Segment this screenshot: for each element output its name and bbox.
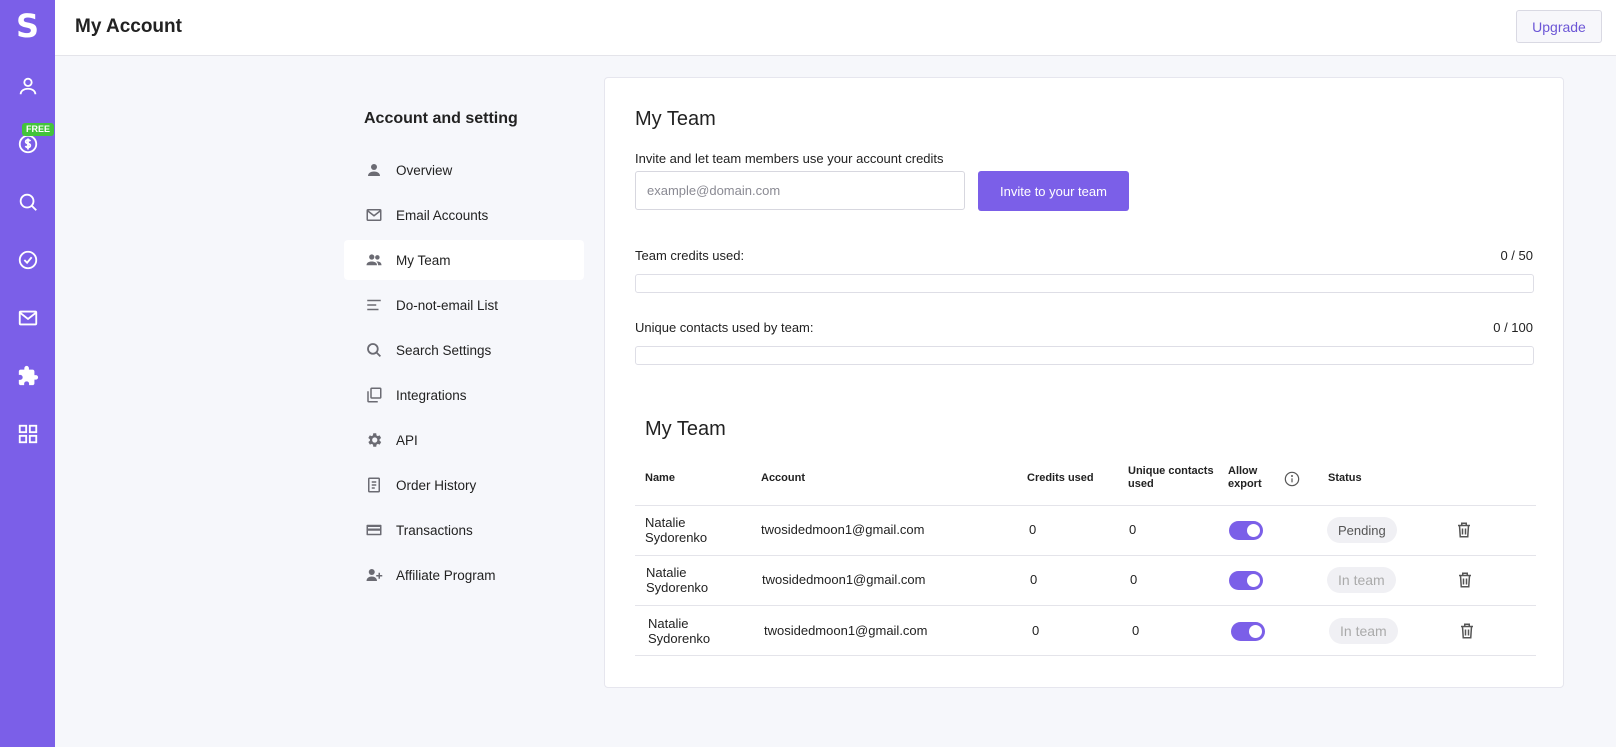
invite-to-team-button[interactable]: Invite to your team xyxy=(978,171,1129,211)
page-title: My Account xyxy=(75,16,182,37)
allow-export-toggle[interactable] xyxy=(1229,521,1263,540)
app-logo[interactable]: S xyxy=(0,6,55,46)
menu-item-transactions[interactable]: Transactions xyxy=(344,510,584,550)
member-credits: 0 xyxy=(1032,623,1040,638)
invite-description: Invite and let team members use your acc… xyxy=(635,151,944,166)
add-person-icon xyxy=(364,565,384,585)
integrations-icon xyxy=(364,385,384,405)
credit-card-icon xyxy=(364,520,384,540)
free-badge: FREE xyxy=(22,123,55,136)
menu-item-my-team[interactable]: My Team xyxy=(344,240,584,280)
gear-icon xyxy=(364,430,384,450)
menu-item-email-accounts[interactable]: Email Accounts xyxy=(344,195,584,235)
settings-menu: Overview Email Accounts My Team Do-not-e… xyxy=(344,150,584,600)
member-account: twosidedmoon1@gmail.com xyxy=(764,623,928,638)
column-header-credits: Credits used xyxy=(1027,472,1094,484)
trash-icon xyxy=(1458,522,1470,538)
member-contacts: 0 xyxy=(1130,572,1138,587)
allow-export-toggle[interactable] xyxy=(1231,622,1265,641)
column-header-account: Account xyxy=(761,472,805,484)
delete-member-button[interactable] xyxy=(1456,570,1474,590)
apps-grid-icon[interactable] xyxy=(14,420,42,448)
menu-item-label: Overview xyxy=(396,162,453,178)
upgrade-button[interactable]: Upgrade xyxy=(1516,10,1602,43)
member-contacts: 0 xyxy=(1129,522,1137,537)
team-icon xyxy=(364,250,384,270)
invite-email-input[interactable] xyxy=(635,171,965,210)
member-name: Natalie Sydorenko xyxy=(646,565,709,595)
team-credits-progress-bar xyxy=(635,274,1534,293)
team-credits-label: Team credits used: xyxy=(635,248,745,263)
column-header-name: Name xyxy=(645,472,675,484)
column-header-status: Status xyxy=(1328,472,1362,484)
member-account: twosidedmoon1@gmail.com xyxy=(762,572,926,587)
menu-item-api[interactable]: API xyxy=(344,420,584,460)
status-badge: In team xyxy=(1327,567,1396,593)
puzzle-icon[interactable] xyxy=(14,362,42,390)
search-icon xyxy=(364,340,384,360)
unique-contacts-label: Unique contacts used by team: xyxy=(635,320,814,335)
left-rail: S FREE xyxy=(0,0,55,747)
member-name: Natalie Sydorenko xyxy=(645,515,708,545)
settings-menu-title: Account and setting xyxy=(364,110,518,127)
menu-item-label: Search Settings xyxy=(396,342,492,358)
menu-item-overview[interactable]: Overview xyxy=(344,150,584,190)
menu-item-label: API xyxy=(396,432,418,448)
list-icon xyxy=(364,295,384,315)
table-header: Name Account Credits used Unique contact… xyxy=(635,451,1536,506)
delete-member-button[interactable] xyxy=(1455,520,1473,540)
trash-icon xyxy=(1459,572,1471,588)
menu-item-label: Email Accounts xyxy=(396,207,489,223)
search-icon[interactable] xyxy=(14,188,42,216)
team-table: Name Account Credits used Unique contact… xyxy=(635,451,1536,656)
info-icon[interactable] xyxy=(1284,471,1300,487)
member-name: Natalie Sydorenko xyxy=(648,616,711,646)
top-bar: My Account Upgrade xyxy=(55,0,1616,56)
unique-contacts-progress-bar xyxy=(635,346,1534,365)
section-title: My Team xyxy=(635,108,716,130)
menu-item-order-history[interactable]: Order History xyxy=(344,465,584,505)
table-row: Natalie Sydorenko twosidedmoon1@gmail.co… xyxy=(635,506,1536,556)
member-credits: 0 xyxy=(1029,522,1037,537)
menu-item-label: Transactions xyxy=(396,522,473,538)
menu-item-integrations[interactable]: Integrations xyxy=(344,375,584,415)
column-header-contacts: Unique contacts used xyxy=(1128,465,1214,490)
person-icon[interactable] xyxy=(14,72,42,100)
menu-item-search-settings[interactable]: Search Settings xyxy=(344,330,584,370)
trash-icon xyxy=(1461,623,1473,639)
column-header-export: Allow export xyxy=(1228,465,1262,490)
table-row: Natalie Sydorenko twosidedmoon1@gmail.co… xyxy=(635,556,1536,606)
document-icon xyxy=(364,475,384,495)
status-badge: In team xyxy=(1329,618,1398,644)
menu-item-label: Integrations xyxy=(396,387,467,403)
person-icon xyxy=(364,160,384,180)
unique-contacts-value: 0 / 100 xyxy=(1493,320,1533,335)
member-contacts: 0 xyxy=(1132,623,1140,638)
menu-item-affiliate-program[interactable]: Affiliate Program xyxy=(344,555,584,595)
menu-item-label: My Team xyxy=(396,252,451,268)
status-badge: Pending xyxy=(1327,517,1397,543)
team-card: My Team Invite and let team members use … xyxy=(604,77,1564,688)
menu-item-label: Affiliate Program xyxy=(396,567,496,583)
mail-icon xyxy=(364,205,384,225)
menu-item-label: Do-not-email List xyxy=(396,297,499,313)
team-credits-value: 0 / 50 xyxy=(1500,248,1533,263)
team-table-title: My Team xyxy=(645,418,726,440)
check-circle-icon[interactable] xyxy=(14,246,42,274)
allow-export-toggle[interactable] xyxy=(1229,571,1263,590)
menu-item-do-not-email-list[interactable]: Do-not-email List xyxy=(344,285,584,325)
member-credits: 0 xyxy=(1030,572,1038,587)
mail-icon[interactable] xyxy=(14,304,42,332)
table-row: Natalie Sydorenko twosidedmoon1@gmail.co… xyxy=(635,606,1536,656)
delete-member-button[interactable] xyxy=(1458,621,1476,641)
menu-item-label: Order History xyxy=(396,477,477,493)
member-account: twosidedmoon1@gmail.com xyxy=(761,522,925,537)
